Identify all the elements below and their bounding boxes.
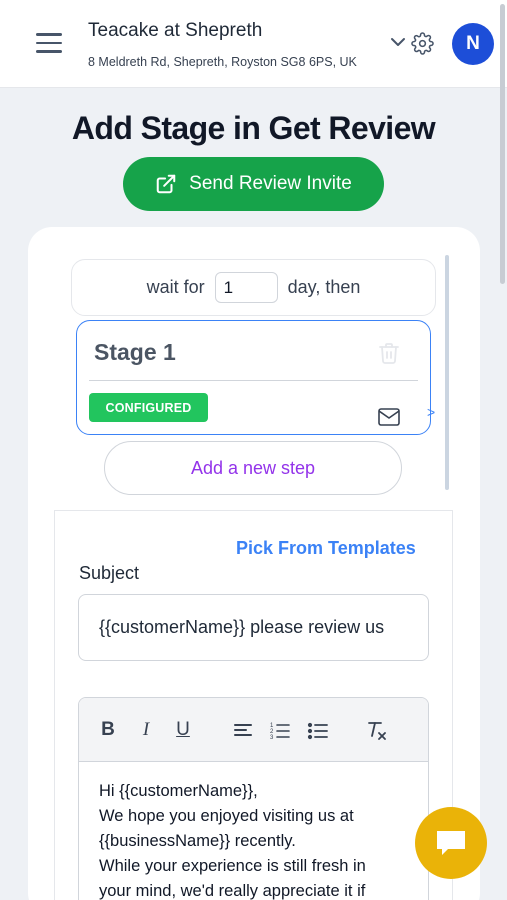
underline-button[interactable]: U — [174, 718, 192, 742]
subject-input[interactable]: {{customerName}} please review us — [78, 594, 429, 661]
gear-icon[interactable] — [411, 32, 434, 55]
email-body-line: your mind, we'd really appreciate it if — [99, 882, 366, 900]
chevron-down-icon[interactable] — [389, 35, 407, 49]
chat-icon — [437, 831, 465, 855]
stage-title: Stage 1 — [94, 339, 176, 365]
chevron-right-icon[interactable]: > — [427, 404, 435, 420]
bullet-list-icon[interactable] — [307, 718, 329, 742]
email-body-line: While your experience is still fresh in — [99, 857, 366, 875]
wait-prefix-label: wait for — [146, 277, 205, 297]
rich-text-editor[interactable]: B I U 1 2 3 Hi {{customerName}}, We hope… — [78, 697, 429, 900]
align-left-icon[interactable] — [232, 718, 254, 742]
email-body-line: We hope you enjoyed visiting us at — [99, 807, 354, 825]
email-body[interactable]: Hi {{customerName}}, We hope you enjoyed… — [99, 779, 409, 900]
page-title: Add Stage in Get Review — [71, 110, 436, 146]
italic-button[interactable]: I — [137, 718, 155, 742]
avatar[interactable]: N — [452, 23, 494, 65]
email-body-line: Hi {{customerName}}, — [99, 782, 258, 800]
trash-icon[interactable] — [377, 341, 401, 365]
stage-divider — [89, 380, 418, 381]
ordered-list-icon[interactable]: 1 2 3 — [269, 718, 291, 742]
add-step-button[interactable]: Add a new step — [104, 441, 402, 495]
wait-days-input[interactable] — [214, 272, 278, 303]
external-link-icon — [156, 174, 176, 194]
send-review-invite-label: Send Review Invite — [189, 173, 352, 194]
pick-templates-link[interactable]: Pick From Templates — [236, 538, 416, 559]
subject-label: Subject — [79, 563, 140, 583]
mail-icon — [378, 408, 400, 426]
stage-list-scrollbar[interactable] — [445, 255, 449, 490]
clear-format-icon[interactable] — [366, 718, 388, 742]
editor-toolbar: B I U 1 2 3 — [79, 698, 428, 762]
svg-text:3: 3 — [270, 735, 274, 741]
status-badge: CONFIGURED — [89, 393, 208, 422]
bold-button[interactable]: B — [99, 718, 117, 742]
stage-card[interactable]: Stage 1 CONFIGURED — [76, 320, 431, 435]
top-header: Teacake at Shepreth 8 Meldreth Rd, Shepr… — [0, 0, 507, 284]
business-name[interactable]: Teacake at Shepreth — [88, 20, 262, 42]
wait-suffix-label: day, then — [287, 277, 361, 297]
chat-button[interactable] — [415, 807, 487, 879]
wait-delay-row: wait for day, then — [71, 259, 436, 316]
business-address: 8 Meldreth Rd, Shepreth, Royston SG8 6PS… — [88, 55, 357, 69]
menu-icon[interactable] — [36, 33, 62, 53]
send-review-invite-button[interactable]: Send Review Invite — [123, 157, 384, 211]
email-body-line: {{businessName}} recently. — [99, 832, 296, 850]
